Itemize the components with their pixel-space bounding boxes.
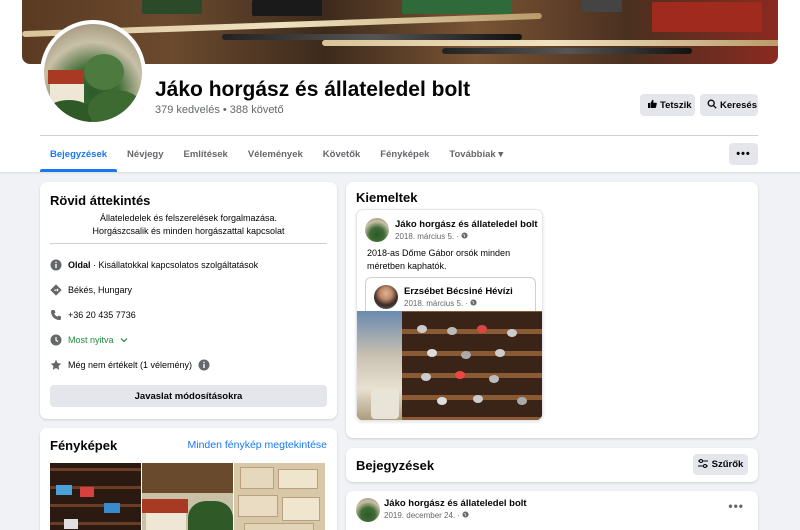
page-tabs: Bejegyzések Névjegy Említések Vélemények… bbox=[40, 136, 513, 172]
search-button[interactable]: Keresés bbox=[700, 94, 758, 116]
post-date-text: 2018. március 5. · bbox=[395, 232, 462, 241]
post-text: 2018-as Dőme Gábor orsók minden méretben… bbox=[367, 247, 510, 273]
shared-post[interactable]: Erzsébet Bécsiné Hévízi 2018. március 5.… bbox=[365, 277, 536, 315]
featured-heading: Kiemeltek bbox=[356, 190, 418, 205]
post-date: 2019. december 24. · bbox=[384, 511, 469, 520]
tab-posts[interactable]: Bejegyzések bbox=[40, 136, 118, 172]
search-icon bbox=[707, 99, 717, 112]
rating-text: Még nem értékelt (1 vélemény) bbox=[68, 360, 193, 370]
chevron-down-icon bbox=[120, 336, 128, 345]
author-avatar[interactable] bbox=[356, 498, 380, 522]
post-date-text: 2019. december 24. · bbox=[384, 511, 463, 520]
page-label: Oldal bbox=[68, 260, 91, 270]
like-label: Tetszik bbox=[660, 99, 692, 111]
globe-icon bbox=[462, 511, 469, 520]
location-row[interactable]: Békés, Hungary bbox=[50, 282, 132, 298]
phone-icon bbox=[50, 309, 62, 321]
page-header: Jáko horgász és állateledel bolt 379 ked… bbox=[0, 0, 800, 172]
photo-thumbnail[interactable] bbox=[142, 463, 233, 530]
thumbs-up-icon bbox=[647, 99, 657, 112]
phone-row[interactable]: +36 20 435 7736 bbox=[50, 307, 136, 323]
info-icon[interactable] bbox=[198, 359, 210, 371]
tab-reviews[interactable]: Vélemények bbox=[238, 136, 313, 172]
photos-card: Fényképek Minden fénykép megtekintése bbox=[40, 428, 337, 530]
directions-icon bbox=[50, 284, 62, 296]
rating-row: Még nem értékelt (1 vélemény) bbox=[50, 357, 210, 373]
about-card: Rövid áttekintés Állateledelek és felsze… bbox=[40, 182, 337, 419]
globe-icon bbox=[470, 299, 477, 308]
post-date: 2018. március 5. · bbox=[395, 232, 468, 241]
search-label: Keresés bbox=[720, 99, 757, 111]
filter-icon bbox=[697, 458, 708, 471]
phone-text: +36 20 435 7736 bbox=[68, 310, 136, 320]
photos-heading: Fényképek bbox=[50, 438, 118, 453]
filters-label: Szűrők bbox=[711, 459, 744, 470]
featured-card: Kiemeltek Jáko horgász és állateledel bo… bbox=[346, 182, 758, 438]
page-stats: 379 kedvelés • 388 követő bbox=[155, 104, 284, 116]
clock-icon bbox=[50, 334, 62, 346]
photo-thumbnail[interactable] bbox=[234, 463, 325, 530]
post-text-line2: méretben kaphatók. bbox=[367, 261, 447, 271]
about-intro-line2: Horgászcsalik és minden horgászattal kap… bbox=[92, 226, 285, 236]
post-options-button[interactable]: ••• bbox=[728, 499, 744, 513]
featured-post-image[interactable] bbox=[357, 311, 542, 420]
tab-followers[interactable]: Követők bbox=[313, 136, 370, 172]
photo-thumbnail[interactable] bbox=[50, 463, 141, 530]
profile-avatar[interactable] bbox=[40, 20, 146, 126]
like-button[interactable]: Tetszik bbox=[640, 94, 695, 116]
about-intro-line1: Állateledelek és felszerelések forgalmaz… bbox=[99, 213, 278, 223]
star-icon bbox=[50, 359, 62, 371]
post-text-line1: 2018-as Dőme Gábor orsók minden bbox=[367, 248, 511, 258]
post-card: Jáko horgász és állateledel bolt 2019. d… bbox=[346, 491, 758, 530]
posts-header-card: Bejegyzések Szűrők bbox=[346, 448, 758, 482]
tab-more[interactable]: Továbbiak ▾ bbox=[439, 136, 513, 172]
posts-heading: Bejegyzések bbox=[356, 458, 435, 473]
tab-mentions[interactable]: Említések bbox=[173, 136, 237, 172]
post-author[interactable]: Jáko horgász és állateledel bolt bbox=[395, 219, 538, 230]
info-icon bbox=[50, 259, 62, 271]
page-title: Jáko horgász és állateledel bolt bbox=[155, 78, 471, 101]
suggest-edits-button[interactable]: Javaslat módosításokra bbox=[50, 385, 327, 407]
tab-photos[interactable]: Fényképek bbox=[370, 136, 439, 172]
see-all-photos-link[interactable]: Minden fénykép megtekintése bbox=[188, 439, 328, 451]
featured-post[interactable]: Jáko horgász és állateledel bolt 2018. m… bbox=[356, 209, 543, 421]
post-author[interactable]: Jáko horgász és állateledel bolt bbox=[384, 498, 527, 509]
location-text: Békés, Hungary bbox=[68, 285, 133, 295]
shared-author-avatar[interactable] bbox=[374, 285, 398, 309]
shared-date-text: 2018. március 5. · bbox=[404, 299, 471, 308]
about-heading: Rövid áttekintés bbox=[50, 193, 151, 208]
shared-date: 2018. március 5. · bbox=[404, 299, 477, 308]
page-category-row: Oldal · Kisállatokkal kapcsolatos szolgá… bbox=[50, 257, 258, 273]
hours-row[interactable]: Most nyitva bbox=[50, 332, 128, 348]
author-avatar[interactable] bbox=[365, 218, 389, 242]
more-options-button[interactable]: ••• bbox=[729, 143, 758, 165]
globe-icon bbox=[461, 232, 468, 241]
tab-about[interactable]: Névjegy bbox=[117, 136, 173, 172]
about-divider bbox=[50, 243, 327, 244]
filters-button[interactable]: Szűrők bbox=[693, 454, 748, 475]
page-category: · Kisállatokkal kapcsolatos szolgáltatás… bbox=[90, 260, 259, 270]
about-intro: Állateledelek és felszerelések forgalmaz… bbox=[50, 212, 327, 238]
shared-author[interactable]: Erzsébet Bécsiné Hévízi bbox=[404, 286, 513, 297]
open-status: Most nyitva bbox=[68, 335, 114, 345]
